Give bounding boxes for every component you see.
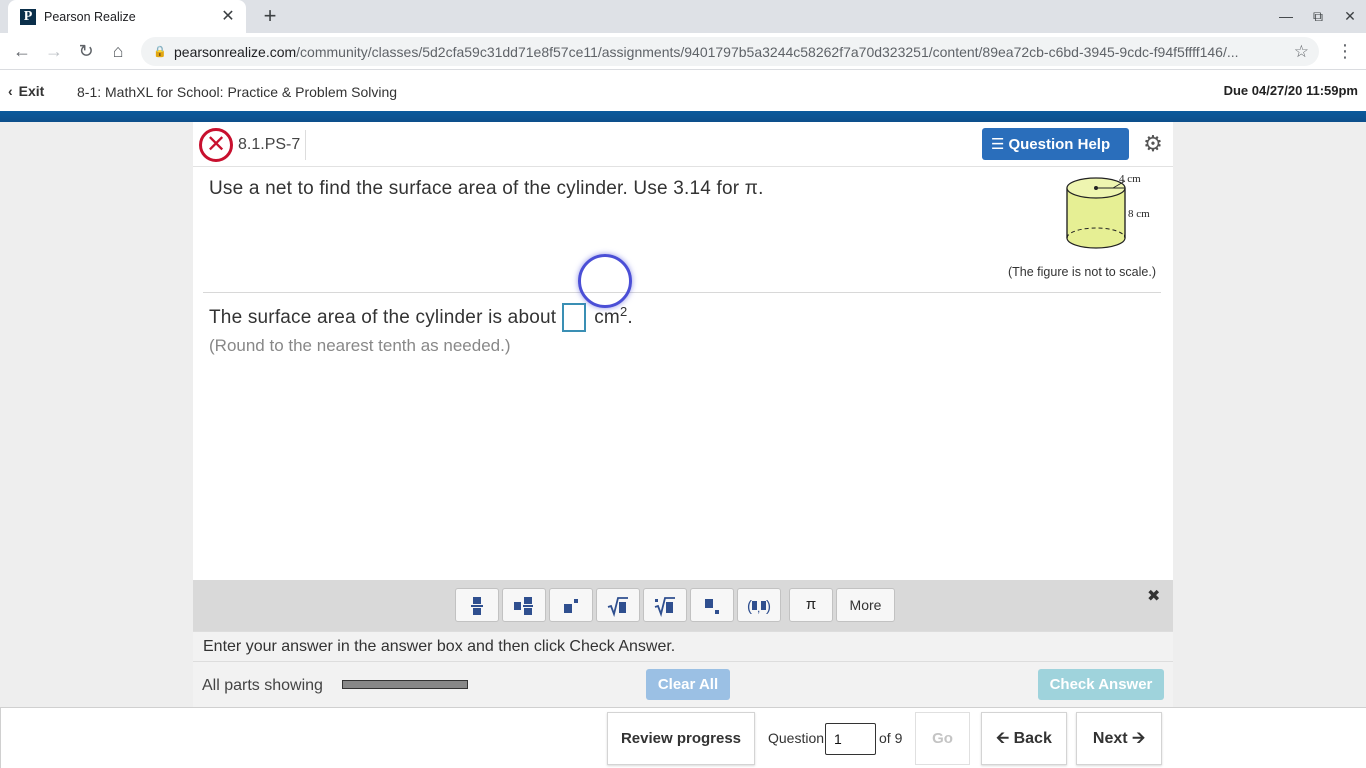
- back-arrow-icon[interactable]: ←: [10, 39, 34, 63]
- svg-text:,: ,: [757, 601, 760, 615]
- next-button[interactable]: Next 🡪: [1076, 712, 1162, 765]
- question-id: 8.1.PS-7: [238, 136, 301, 153]
- rounding-note: (Round to the nearest tenth as needed.): [209, 336, 511, 355]
- assignment-title: 8-1: MathXL for School: Practice & Probl…: [77, 84, 398, 100]
- question-total: of 9: [879, 730, 903, 746]
- answer-input[interactable]: [562, 303, 587, 332]
- question-label: Question: [768, 730, 825, 746]
- browser-menu-icon[interactable]: ⋮: [1336, 39, 1354, 63]
- tab-title: Pearson Realize: [44, 9, 136, 24]
- answer-unit-exponent: 2: [619, 304, 628, 319]
- due-date: Due 04/27/20 11:59pm: [1223, 83, 1358, 98]
- reload-icon[interactable]: ↻: [74, 39, 98, 63]
- check-answer-button[interactable]: Check Answer: [1038, 669, 1164, 700]
- svg-text:(: (: [747, 598, 752, 615]
- instructions-text: Enter your answer in the answer box and …: [193, 631, 1173, 661]
- header-band: [0, 111, 1366, 122]
- answer-controls: All parts showing Clear All Check Answer: [193, 661, 1173, 707]
- home-icon[interactable]: ⌂: [106, 39, 130, 63]
- nth-root-button[interactable]: [643, 588, 687, 622]
- go-button[interactable]: Go: [915, 712, 970, 765]
- window-close-icon[interactable]: ✕: [1340, 6, 1360, 26]
- minimize-icon[interactable]: —: [1276, 6, 1296, 26]
- answer-unit: cm: [594, 306, 620, 328]
- arrow-left-icon: 🡨: [996, 730, 1010, 747]
- incorrect-x-icon: ✕: [199, 128, 233, 162]
- question-panel: ✕ 8.1.PS-7 ☰ Question Help ⚙ Use a net t…: [193, 122, 1173, 707]
- question-navigator: Question 1 of 9 Go: [757, 712, 971, 765]
- svg-text:): ): [766, 598, 771, 615]
- question-footer: Review progress Question 1 of 9 Go 🡨 Bac…: [0, 707, 1366, 768]
- cursor-highlight: [578, 254, 632, 308]
- answer-prefix: The surface area of the cylinder is abou…: [209, 306, 557, 328]
- next-label: Next: [1092, 730, 1128, 747]
- app-header: ‹ Exit 8-1: MathXL for School: Practice …: [0, 71, 1366, 111]
- browser-tabstrip: P Pearson Realize ✕ + — ⧉ ✕: [0, 0, 1366, 33]
- restore-icon[interactable]: ⧉: [1308, 6, 1328, 26]
- chevron-left-icon: ‹: [8, 83, 13, 99]
- section-divider: [203, 292, 1161, 293]
- url-text: pearsonrealize.com/community/classes/5d2…: [174, 43, 1239, 60]
- exit-label: Exit: [18, 83, 45, 99]
- browser-toolbar: ← → ↻ ⌂ 🔒 pearsonrealize.com/community/c…: [0, 33, 1366, 70]
- bookmark-star-icon[interactable]: ☆: [1294, 42, 1309, 62]
- exponent-button[interactable]: [549, 588, 593, 622]
- back-button[interactable]: 🡨 Back: [981, 712, 1067, 765]
- square-root-button[interactable]: [596, 588, 640, 622]
- arrow-right-icon: 🡪: [1132, 730, 1146, 747]
- new-tab-icon[interactable]: +: [258, 5, 282, 29]
- answer-suffix: .: [627, 306, 633, 328]
- ordered-pair-button[interactable]: (,): [737, 588, 781, 622]
- question-prompt: Use a net to find the surface area of th…: [209, 178, 764, 199]
- palette-close-icon[interactable]: ✖: [1147, 586, 1160, 606]
- clear-all-button[interactable]: Clear All: [646, 669, 730, 700]
- answer-line: The surface area of the cylinder is abou…: [209, 303, 633, 332]
- address-bar[interactable]: 🔒 pearsonrealize.com/community/classes/5…: [141, 37, 1319, 66]
- lock-icon: 🔒: [153, 45, 167, 58]
- fraction-button[interactable]: [455, 588, 499, 622]
- review-progress-button[interactable]: Review progress: [607, 712, 755, 765]
- radius-label: 4 cm: [1119, 175, 1141, 185]
- divider: [305, 130, 306, 160]
- question-bar: ✕ 8.1.PS-7 ☰ Question Help ⚙: [193, 122, 1173, 167]
- exit-button[interactable]: ‹ Exit: [8, 83, 44, 99]
- pearson-favicon-icon: P: [20, 8, 36, 25]
- question-help-button[interactable]: ☰ Question Help: [982, 128, 1129, 160]
- parts-progress-fill: [343, 681, 467, 688]
- tab-close-icon[interactable]: ✕: [220, 8, 236, 25]
- forward-arrow-icon[interactable]: →: [42, 39, 66, 63]
- question-help-label: Question Help: [1008, 135, 1111, 153]
- question-number-input[interactable]: 1: [825, 723, 876, 755]
- browser-tab[interactable]: P Pearson Realize ✕: [8, 0, 246, 33]
- more-button[interactable]: More: [836, 588, 895, 622]
- gear-icon[interactable]: ⚙: [1141, 132, 1165, 156]
- parts-progress-bar: [342, 680, 468, 689]
- pi-button[interactable]: π: [789, 588, 833, 622]
- math-palette: (,) π More ✖: [193, 580, 1173, 631]
- figure-caption: (The figure is not to scale.): [1008, 265, 1156, 279]
- mixed-number-button[interactable]: [502, 588, 546, 622]
- back-label: Back: [1013, 730, 1052, 747]
- parts-label: All parts showing: [202, 677, 323, 694]
- list-icon: ☰: [991, 136, 1005, 153]
- subscript-button[interactable]: [690, 588, 734, 622]
- height-label: 8 cm: [1128, 208, 1150, 220]
